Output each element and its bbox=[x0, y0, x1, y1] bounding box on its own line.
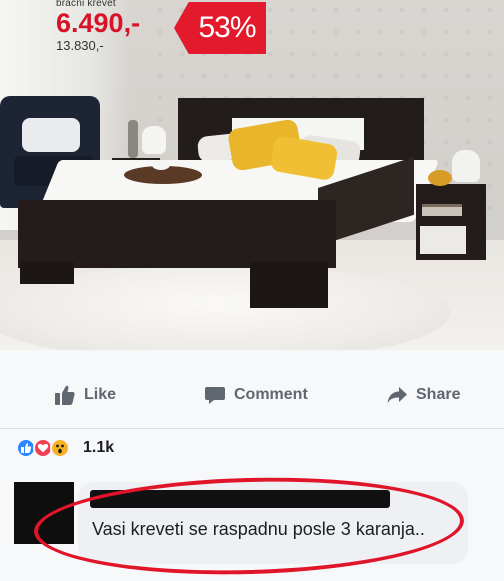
right-lamp bbox=[452, 150, 480, 182]
armchair-pillow bbox=[22, 118, 80, 152]
discount-badge: 53% bbox=[174, 2, 266, 54]
reactions-summary[interactable]: 1.1k bbox=[16, 438, 114, 458]
post-footer: Like Comment Share 1.1k Vasi kreveti se … bbox=[0, 350, 504, 581]
wow-reaction-icon bbox=[50, 438, 70, 458]
share-arrow-icon bbox=[386, 384, 408, 406]
old-price: 13.830,- bbox=[56, 38, 104, 53]
vase bbox=[128, 120, 138, 158]
comment: Vasi kreveti se raspadnu posle 3 karanja… bbox=[0, 472, 504, 581]
thumbs-up-icon bbox=[54, 384, 76, 406]
action-bar: Like Comment Share bbox=[0, 368, 504, 422]
bed-leg bbox=[250, 262, 328, 308]
share-label: Share bbox=[416, 386, 461, 403]
reaction-count: 1.1k bbox=[83, 439, 115, 456]
storage-basket bbox=[420, 226, 466, 254]
price-block: bracni krevet 6.490,- 13.830,- bbox=[56, 0, 140, 53]
sale-price: 6.490,- bbox=[56, 8, 141, 38]
left-lamp bbox=[142, 126, 166, 154]
comment-label: Comment bbox=[234, 386, 308, 403]
bed-leg bbox=[20, 262, 74, 284]
bed-frame-front bbox=[18, 200, 336, 268]
product-photo: bracni krevet 6.490,- 13.830,- 53% bbox=[0, 0, 504, 350]
cup bbox=[152, 160, 170, 170]
decor-object bbox=[428, 170, 452, 186]
books bbox=[422, 204, 462, 216]
like-label: Like bbox=[84, 386, 117, 403]
comment-icon bbox=[204, 384, 226, 406]
comment-button[interactable]: Comment bbox=[204, 368, 308, 422]
like-button[interactable]: Like bbox=[54, 368, 116, 422]
share-button[interactable]: Share bbox=[386, 368, 460, 422]
divider bbox=[0, 428, 504, 429]
